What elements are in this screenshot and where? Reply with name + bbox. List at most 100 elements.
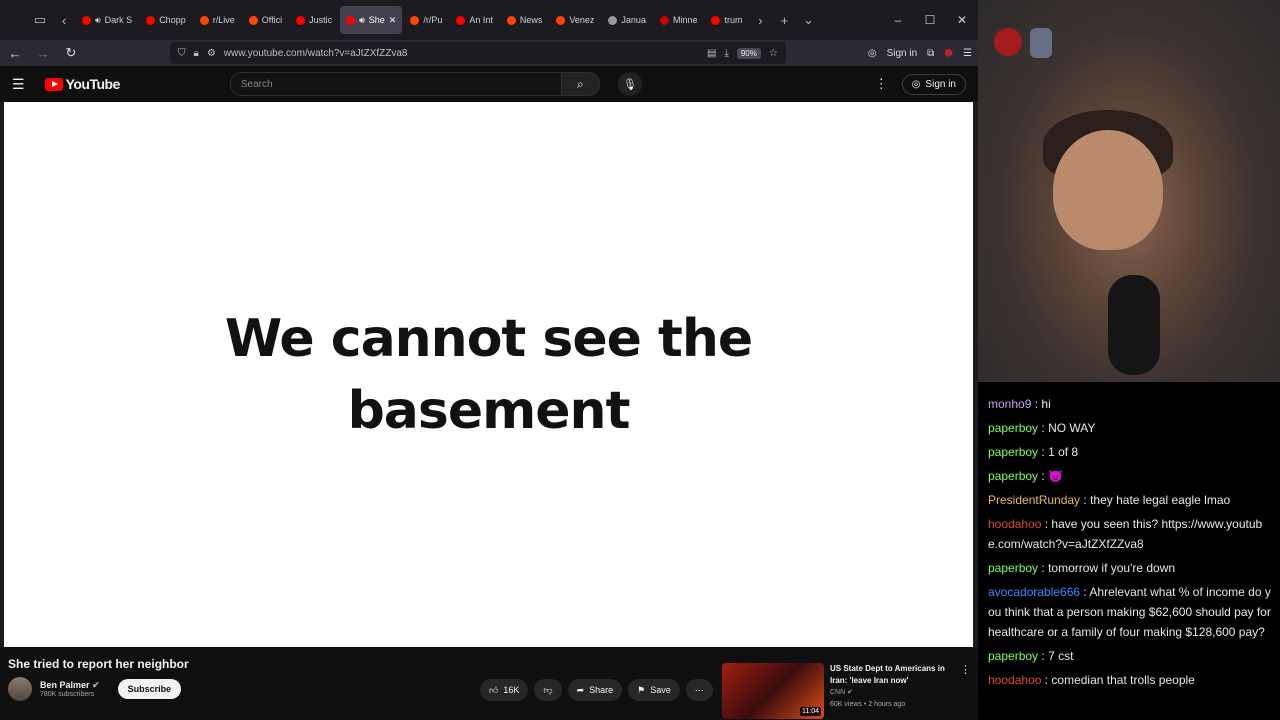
video-actions: 👍︎ 16K 👎︎ ➦ Share ⚑ Save ⋯ [480, 679, 713, 701]
account-icon[interactable]: ◎ [868, 48, 877, 59]
speaker-icon[interactable]: 🔊︎ [359, 15, 365, 26]
save-button[interactable]: ⚑ Save [628, 679, 680, 701]
reload-icon[interactable]: ↻ [62, 45, 80, 61]
chat-username[interactable]: hoodahoo [988, 517, 1041, 531]
chat-message: paperboy : 👿 [978, 464, 1280, 488]
download-icon[interactable]: ⤓ [724, 48, 728, 59]
close-tab-icon[interactable]: ✕ [389, 15, 397, 26]
webcam-overlay [978, 0, 1280, 382]
chat-list: monho9 : hi paperboy : NO WAY paperboy : 1… [978, 382, 1280, 692]
browser-tab[interactable]: Justic [290, 6, 338, 34]
youtube-signin-label: Sign in [925, 78, 956, 90]
tab-list-dropdown-icon[interactable]: ⌄ [796, 8, 820, 32]
chat-message: hoodahoo : have you seen this? https://w… [978, 512, 1280, 556]
minimize-icon[interactable]: – [882, 13, 914, 27]
badge-icon [994, 28, 1022, 56]
zoom-level[interactable]: 90% [736, 47, 761, 59]
thumbs-down-icon: 👎︎ [543, 684, 553, 695]
favicon-icon [248, 15, 258, 25]
share-button[interactable]: ➦ Share [567, 679, 623, 701]
tab-overview-icon[interactable]: ▭ [28, 8, 52, 32]
chat-separator: : [1041, 673, 1052, 687]
recommended-channel[interactable]: CNN ✔ [830, 687, 954, 699]
search-input[interactable]: Search [229, 72, 562, 96]
tab-title: An Int [469, 15, 493, 25]
chat-text: NO WAY [1048, 421, 1096, 435]
forward-icon[interactable]: → [34, 46, 52, 61]
bookmark-star-icon[interactable]: ☆ [769, 48, 778, 59]
hamburger-menu-icon[interactable]: ☰ [12, 76, 25, 93]
recommended-video[interactable]: 11:04 US State Dept to Americans in Iran… [722, 663, 954, 719]
maximize-icon[interactable]: ☐ [914, 13, 946, 27]
browser-tab[interactable]: Offici [243, 6, 288, 34]
lock-icon[interactable]: 🔒︎ [194, 48, 199, 59]
recommended-info: US State Dept to Americans in Iran: 'lea… [830, 663, 954, 719]
browser-tab[interactable]: Minne [654, 6, 704, 34]
channel-name[interactable]: Ben Palmer ✔ [40, 680, 100, 691]
save-label: Save [650, 685, 671, 695]
video-duration: 11:04 [800, 707, 821, 716]
reader-view-icon[interactable]: ▤ [707, 48, 716, 59]
chat-username[interactable]: avocadorable666 [988, 585, 1080, 599]
subscribe-button[interactable]: Subscribe [117, 679, 182, 699]
ellipsis-icon: ⋯ [694, 684, 704, 695]
browser-tab[interactable]: Venez [550, 6, 600, 34]
chat-username[interactable]: monho9 [988, 397, 1031, 411]
voice-search-button[interactable]: 🎙︎ [617, 72, 642, 96]
chat-username[interactable]: paperboy [988, 469, 1038, 483]
chat-text: 👿 [1048, 469, 1064, 483]
shield-icon[interactable]: ⛉ [178, 48, 186, 59]
dislike-button[interactable]: 👎︎ [534, 679, 562, 701]
scroll-left-icon[interactable]: ‹ [52, 8, 76, 32]
channel-avatar[interactable] [8, 677, 32, 701]
youtube-header: ☰ YouTube Search ⌕ 🎙︎ ⋮ ◎ Sign in [0, 66, 978, 102]
youtube-logo[interactable]: YouTube [44, 76, 120, 92]
browser-tab[interactable]: /r/Pu [404, 6, 448, 34]
browser-signin-label[interactable]: Sign in [887, 48, 918, 59]
browser-tab[interactable]: 🔊︎ Dark S [76, 6, 138, 34]
browser-tab[interactable]: News [501, 6, 549, 34]
chat-username[interactable]: hoodahoo [988, 673, 1041, 687]
ublock-icon[interactable]: ⬢ [944, 48, 953, 59]
tab-list: 🔊︎ Dark S Chopp r/Live Offici Justic 🔊︎ She ✕/r/… [76, 6, 748, 34]
chat-message: paperboy : 1 of 8 [978, 440, 1280, 464]
tab-title: Offici [261, 15, 283, 25]
url-text[interactable]: www.youtube.com/watch?v=aJtZXfZZva8 [224, 48, 408, 59]
chat-username[interactable]: paperboy [988, 445, 1038, 459]
browser-tab[interactable]: An Int [450, 6, 499, 34]
chat-username[interactable]: paperboy [988, 561, 1038, 575]
permissions-icon[interactable]: ⚙︎ [207, 48, 216, 59]
extensions-icon[interactable]: ⧉ [927, 48, 934, 59]
more-actions-button[interactable]: ⋯ [685, 679, 713, 701]
navigation-bar: ← → ↻ ⛉ 🔒︎ ⚙︎ www.youtube.com/watch?v=aJ… [0, 40, 978, 66]
youtube-signin-button[interactable]: ◎ Sign in [901, 73, 966, 95]
chat-text: comedian that trolls people [1051, 673, 1195, 687]
chat-username[interactable]: paperboy [988, 649, 1038, 663]
scroll-right-icon[interactable]: › [748, 8, 772, 32]
video-player[interactable]: We cannot see the basement [4, 102, 973, 647]
channel-info: Ben Palmer ✔ 780K subscribers [40, 680, 100, 698]
url-bar[interactable]: ⛉ 🔒︎ ⚙︎ www.youtube.com/watch?v=aJtZXfZZ… [170, 42, 786, 64]
video-title: She tried to report her neighbor [8, 657, 189, 671]
recommended-title[interactable]: US State Dept to Americans in Iran: 'lea… [830, 663, 954, 687]
chat-separator: : [1038, 421, 1049, 435]
browser-tab[interactable]: Janua [602, 6, 652, 34]
app-menu-icon[interactable]: ☰ [963, 48, 972, 59]
close-window-icon[interactable]: ✕ [946, 13, 978, 27]
speaker-icon[interactable]: 🔊︎ [95, 15, 101, 26]
favicon-icon [456, 15, 466, 25]
browser-tab[interactable]: trum [705, 6, 748, 34]
tab-title: trum [724, 15, 743, 25]
browser-tab[interactable]: 🔊︎ She ✕ [340, 6, 403, 34]
more-options-icon[interactable]: ⋮ [875, 76, 888, 92]
search-button[interactable]: ⌕ [561, 72, 600, 96]
browser-tab[interactable]: r/Live [194, 6, 241, 34]
new-tab-icon[interactable]: + [772, 8, 796, 32]
chat-username[interactable]: paperboy [988, 421, 1038, 435]
recommended-more-icon[interactable]: ⋮ [960, 663, 971, 676]
browser-tab[interactable]: Chopp [140, 6, 192, 34]
like-button[interactable]: 👍︎ 16K [480, 679, 529, 701]
recommended-thumbnail[interactable]: 11:04 [722, 663, 824, 719]
chat-username[interactable]: PresidentRunday [988, 493, 1080, 507]
back-icon[interactable]: ← [6, 46, 24, 61]
